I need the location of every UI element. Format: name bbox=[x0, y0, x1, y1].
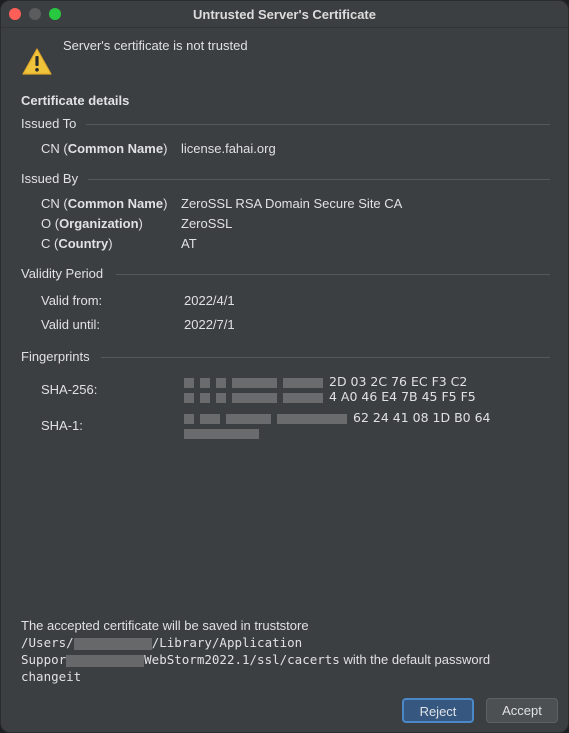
valid-until-value: 2022/7/1 bbox=[184, 317, 235, 332]
issued-to-label: Issued To bbox=[21, 116, 77, 131]
redacted-username bbox=[73, 637, 152, 650]
issued-to-cn-key: CN (Common Name) bbox=[41, 141, 168, 156]
issued-by-label: Issued By bbox=[21, 171, 79, 186]
window-title: Untrusted Server's Certificate bbox=[193, 7, 376, 22]
issued-by-c-key: C (Country) bbox=[41, 236, 113, 251]
issued-by-c-value: AT bbox=[181, 236, 197, 251]
issued-by-cn-value: ZeroSSL RSA Domain Secure Site CA bbox=[181, 196, 403, 211]
issued-by-cn-key: CN (Common Name) bbox=[41, 196, 168, 211]
fingerprints-divider bbox=[101, 357, 550, 358]
fingerprints-label: Fingerprints bbox=[21, 349, 90, 364]
certificate-details-heading: Certificate details bbox=[21, 93, 130, 108]
certificate-dialog: Untrusted Server's Certificate Server's … bbox=[0, 0, 569, 733]
validity-period-label: Validity Period bbox=[21, 266, 104, 281]
issued-to-divider bbox=[86, 124, 550, 125]
issued-by-o-value: ZeroSSL bbox=[181, 216, 233, 231]
valid-until-key: Valid until: bbox=[41, 317, 101, 332]
sha256-key: SHA-256: bbox=[41, 382, 98, 397]
sha256-value: 2D 03 2C 76 EC F3 C2 4 A0 46 E4 7B 45 F5… bbox=[184, 374, 476, 404]
sha1-value: 62 24 41 08 1D B0 64 bbox=[184, 410, 490, 440]
redacted-path bbox=[66, 654, 145, 667]
truststore-info: The accepted certificate will be saved i… bbox=[21, 617, 551, 685]
issued-to-cn-value: license.fahai.org bbox=[181, 141, 276, 156]
accept-button[interactable]: Accept bbox=[486, 698, 558, 723]
validity-divider bbox=[116, 274, 550, 275]
title-bar: Untrusted Server's Certificate bbox=[1, 1, 568, 28]
truststore-line-2: /Users//Library/Application bbox=[21, 635, 303, 650]
issued-by-divider bbox=[88, 179, 550, 180]
sha1-key: SHA-1: bbox=[41, 418, 83, 433]
issued-by-o-key: O (Organization) bbox=[41, 216, 143, 231]
valid-from-value: 2022/4/1 bbox=[184, 293, 235, 308]
warning-message: Server's certificate is not trusted bbox=[63, 38, 248, 53]
truststore-line-4: changeit bbox=[21, 669, 82, 684]
valid-from-key: Valid from: bbox=[41, 293, 103, 308]
reject-button[interactable]: Reject bbox=[402, 698, 474, 723]
truststore-line-3: Suppor WebStorm2022.1/ssl/cacerts with th… bbox=[21, 652, 491, 667]
warning-icon bbox=[22, 48, 52, 75]
truststore-line-1: The accepted certificate will be saved i… bbox=[21, 618, 309, 633]
